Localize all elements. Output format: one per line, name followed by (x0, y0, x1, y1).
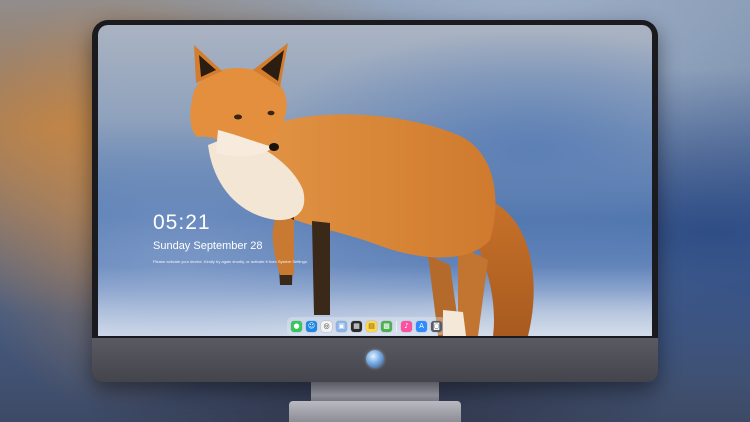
dock-separator (396, 320, 397, 332)
lock-date: Sunday September 28 (153, 240, 263, 252)
photos-icon[interactable]: ▩ (381, 320, 392, 332)
desktop-background: 05:21 Sunday September 28 Please activat… (0, 0, 750, 422)
monitor-stand-base (289, 401, 461, 422)
messages-icon[interactable]: ● (291, 320, 302, 332)
activation-notice: Please activate your device. Kindly try … (153, 259, 308, 264)
monitor: 05:21 Sunday September 28 Please activat… (92, 20, 658, 382)
lock-screen[interactable]: 05:21 Sunday September 28 Please activat… (98, 25, 652, 336)
music-icon[interactable]: ♪ (401, 320, 412, 332)
app-store-icon[interactable]: A (416, 320, 427, 332)
fox-wallpaper (190, 43, 534, 336)
preview-icon[interactable]: ▣ (336, 320, 347, 332)
brand-logo-icon (366, 350, 384, 368)
monitor-chin (92, 338, 658, 382)
clapper-icon[interactable]: ▦ (351, 320, 362, 332)
lock-clock: 05:21 (153, 211, 211, 234)
notes-icon[interactable]: ▤ (366, 320, 377, 332)
camera-icon[interactable]: ◙ (431, 320, 442, 332)
safari-icon[interactable]: ◎ (321, 320, 332, 332)
dock: ● ☺ ◎ ▣ ▦ ▤ ▩ ♪ A ◙ (287, 317, 446, 335)
finder-icon[interactable]: ☺ (306, 320, 317, 332)
